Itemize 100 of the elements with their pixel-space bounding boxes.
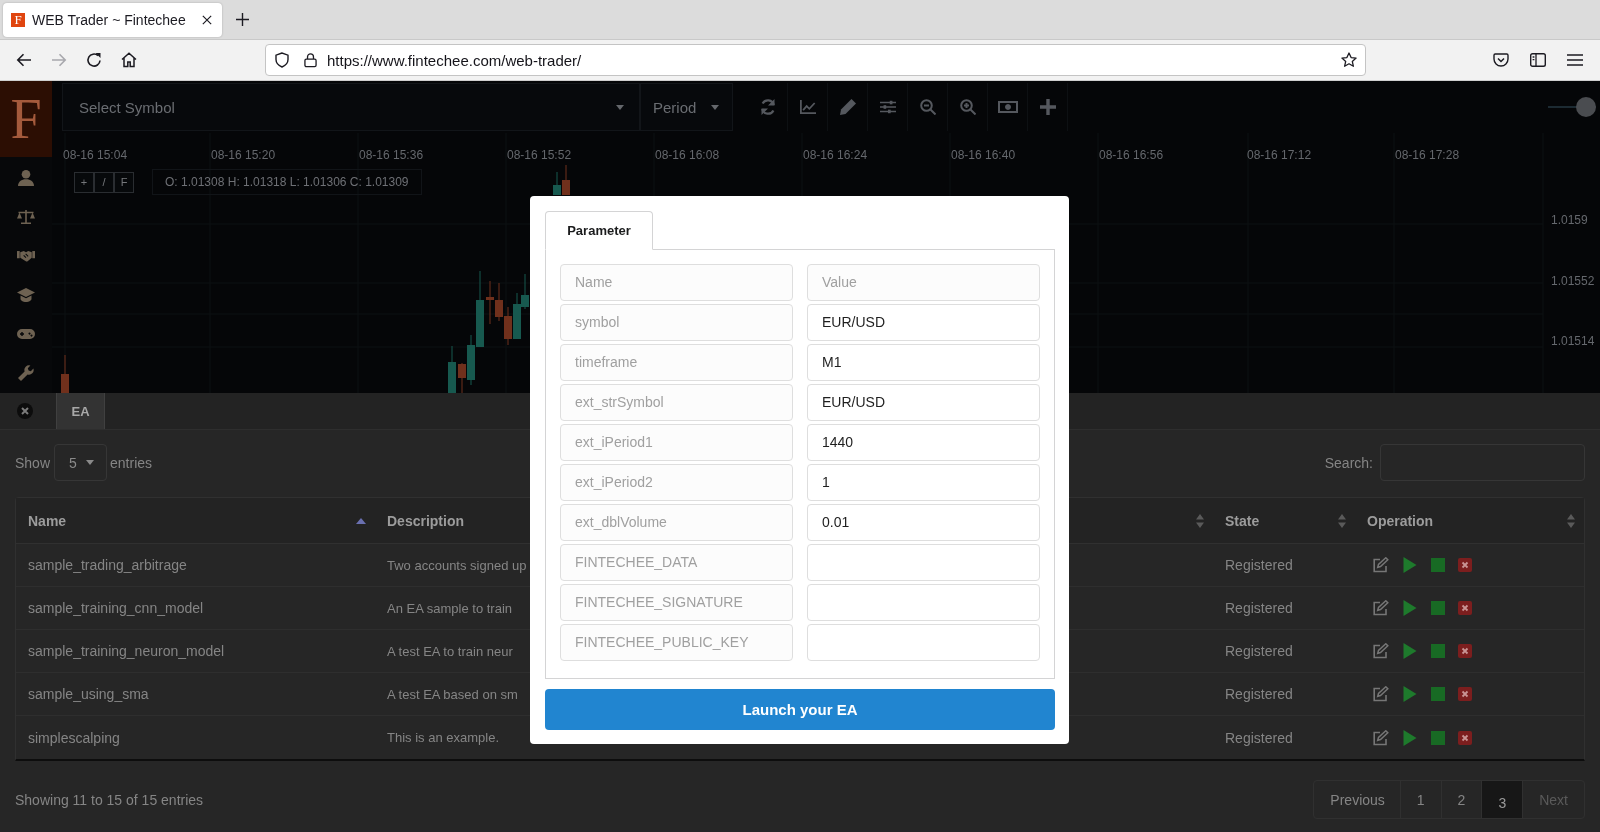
period-select[interactable]: Period [640, 83, 733, 131]
back-icon[interactable] [16, 52, 32, 68]
state-text: Registered [1225, 557, 1293, 573]
pencil-icon[interactable] [839, 99, 856, 115]
edit-icon[interactable] [1373, 686, 1389, 702]
time-axis-label: 08-16 16:08 [655, 148, 721, 162]
parameter-name-field: ext_strSymbol [560, 384, 793, 421]
user-icon[interactable] [17, 170, 35, 186]
plus-icon[interactable] [236, 13, 249, 26]
parameter-name-field: ext_iPeriod1 [560, 424, 793, 461]
state-text: Registered [1225, 729, 1293, 746]
parameter-value-field[interactable]: EUR/USD [807, 384, 1040, 421]
parameter-value-field[interactable] [807, 584, 1040, 621]
sort-ascending-icon[interactable] [356, 517, 366, 524]
delete-icon[interactable] [1458, 730, 1472, 745]
chart-tool-button[interactable]: + [74, 171, 94, 193]
ea-name-text: sample_trading_arbitrage [28, 557, 187, 573]
time-axis-label: 08-16 16:56 [1099, 148, 1165, 162]
column-header[interactable]: State [1213, 498, 1355, 543]
pagination-button[interactable]: Previous [1314, 781, 1400, 818]
caret-icon [711, 104, 719, 110]
entries-label: entries [110, 454, 153, 471]
pagination-button[interactable]: 3 [1481, 781, 1523, 818]
time-axis-label: 08-16 16:24 [803, 148, 869, 162]
sliders-icon[interactable] [879, 99, 896, 115]
gamepad-icon[interactable] [17, 326, 35, 342]
stop-icon[interactable] [1431, 730, 1445, 745]
candle [448, 346, 456, 393]
parameter-value-field[interactable]: M1 [807, 344, 1040, 381]
play-icon[interactable] [1402, 686, 1418, 702]
play-icon[interactable] [1402, 643, 1418, 659]
pagination-button[interactable]: 1 [1399, 781, 1441, 818]
delete-icon[interactable] [1458, 687, 1472, 701]
header-field: Value [807, 264, 1040, 301]
refresh-icon[interactable] [759, 99, 776, 115]
launch-button[interactable]: Launch your EA [545, 689, 1055, 730]
ohlc-readout: O: 1.01308 H: 1.01318 L: 1.01306 C: 1.01309 [152, 169, 422, 195]
sort-icon[interactable] [1196, 513, 1204, 528]
state-text: Registered [1225, 686, 1293, 702]
parameter-name-field: timeframe [560, 344, 793, 381]
play-icon[interactable] [1402, 557, 1418, 573]
close-icon[interactable] [202, 14, 212, 25]
description-text: Two accounts signed up [387, 557, 527, 573]
play-icon[interactable] [1402, 729, 1418, 746]
price-axis-label: 1.0159 [1551, 213, 1588, 227]
ea-name-text: simplescalping [28, 729, 120, 746]
pocket-icon[interactable] [1493, 52, 1509, 68]
star-icon[interactable] [1341, 52, 1357, 68]
parameter-value-field[interactable]: EUR/USD [807, 304, 1040, 341]
menu-icon[interactable] [1567, 53, 1583, 67]
app-logo: F [0, 81, 52, 157]
wrench-icon[interactable] [17, 365, 35, 381]
graduation-cap-icon[interactable] [17, 287, 35, 303]
page-size-select[interactable]: 5 [54, 444, 108, 481]
zoom-out-icon[interactable] [919, 99, 936, 115]
parameter-name-field: ext_iPeriod2 [560, 464, 793, 501]
price-axis-label: 1.01514 [1551, 334, 1595, 348]
sidebar-icon[interactable] [1530, 53, 1546, 67]
parameter-value-field[interactable]: 1 [807, 464, 1040, 501]
parameter-value-field[interactable] [807, 624, 1040, 661]
line-chart-icon[interactable] [799, 99, 816, 115]
handshake-icon[interactable] [17, 248, 35, 264]
address-field[interactable]: https://www.fintechee.com/web-trader/ [265, 44, 1366, 76]
chart-tool-button[interactable]: F [114, 171, 134, 193]
parameter-value-field[interactable]: 0.01 [807, 504, 1040, 541]
shield-icon[interactable] [274, 52, 290, 68]
time-axis-label: 08-16 15:20 [211, 148, 277, 162]
price-axis-label: 1.01552 [1551, 273, 1595, 288]
state-text: Registered [1225, 643, 1293, 659]
sort-icon[interactable] [1567, 513, 1575, 528]
home-icon[interactable] [121, 52, 137, 68]
state-text: Registered [1225, 600, 1293, 616]
banknote-icon[interactable] [997, 101, 1018, 113]
column-header[interactable]: Name [16, 498, 375, 543]
parameter-value-field[interactable] [807, 544, 1040, 581]
dialog-tab[interactable]: Parameter [545, 211, 653, 250]
panel-tab[interactable]: EA [56, 393, 105, 429]
play-icon[interactable] [1402, 600, 1418, 616]
balance-scale-icon[interactable] [17, 209, 35, 225]
column-header[interactable]: Operation [1355, 498, 1584, 543]
sort-icon[interactable] [1338, 513, 1346, 528]
browser-tab[interactable]: F WEB Trader ~ Fintechee [3, 2, 222, 37]
time-axis-label: 08-16 17:12 [1247, 148, 1313, 162]
edit-icon[interactable] [1373, 557, 1389, 573]
edit-icon[interactable] [1373, 729, 1389, 746]
parameter-value-field[interactable]: 1440 [807, 424, 1040, 461]
delete-icon[interactable] [1458, 644, 1472, 658]
delete-icon[interactable] [1458, 601, 1472, 615]
delete-icon[interactable] [1458, 558, 1472, 572]
symbol-select[interactable]: Select Symbol [62, 83, 640, 131]
chart-tool-button[interactable]: / [94, 171, 114, 193]
edit-icon[interactable] [1373, 600, 1389, 616]
edit-icon[interactable] [1373, 643, 1389, 659]
zoom-slider[interactable] [1548, 97, 1596, 117]
caret-icon [616, 104, 624, 110]
slider-thumb[interactable] [1576, 97, 1596, 117]
zoom-in-icon[interactable] [959, 99, 976, 115]
lock-icon[interactable] [304, 52, 317, 68]
description-text: This is an example. [387, 730, 499, 745]
reload-icon[interactable] [86, 52, 102, 68]
